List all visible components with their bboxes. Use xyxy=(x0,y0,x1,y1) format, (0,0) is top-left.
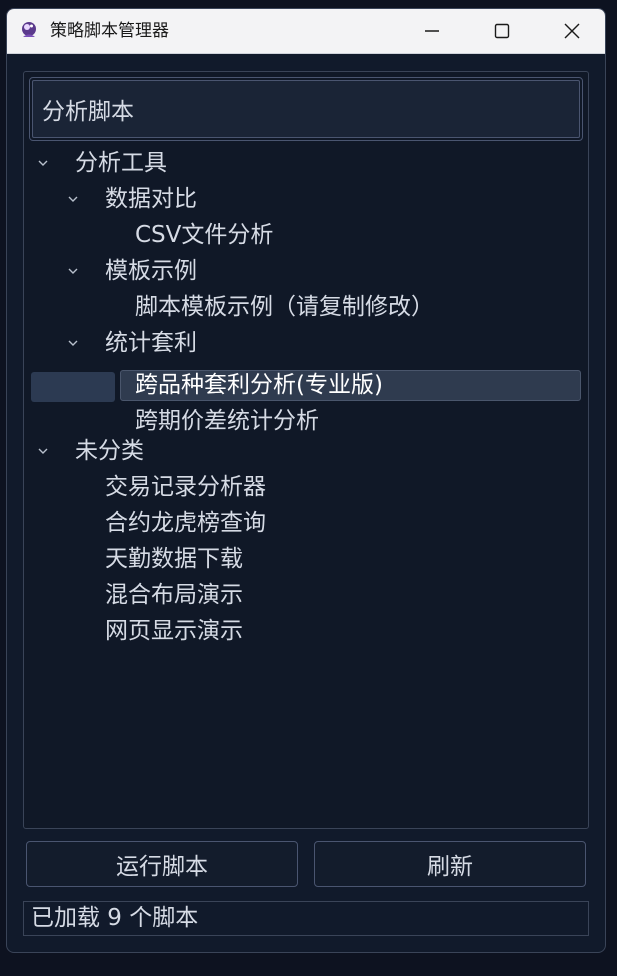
maximize-button[interactable] xyxy=(467,9,537,53)
search-field-frame xyxy=(32,80,580,138)
tree-item-webpage-demo[interactable]: 网页显示演示 xyxy=(105,614,243,648)
tree-item-contract-ranking[interactable]: 合约龙虎榜查询 xyxy=(105,506,266,540)
tree-item-mixed-layout-demo[interactable]: 混合布局演示 xyxy=(105,578,243,612)
chevron-down-icon[interactable] xyxy=(37,159,49,167)
tree-item-csv-analysis[interactable]: CSV文件分析 xyxy=(135,218,273,252)
search-box xyxy=(29,77,583,141)
tree-item-template-script[interactable]: 脚本模板示例（请复制修改） xyxy=(135,290,434,324)
status-bar: 已加载 9 个脚本 xyxy=(23,901,589,936)
search-input[interactable] xyxy=(33,95,579,123)
refresh-button[interactable]: 刷新 xyxy=(314,841,586,887)
window-title: 策略脚本管理器 xyxy=(50,21,169,41)
maximize-icon xyxy=(494,23,510,39)
tree-item-tianqin-download[interactable]: 天勤数据下载 xyxy=(105,542,243,576)
tree-group-template-example[interactable]: 模板示例 xyxy=(105,254,197,288)
tree-group-uncategorized[interactable]: 未分类 xyxy=(75,434,144,468)
app-window: 策略脚本管理器 分析工具 数据对比 CSV xyxy=(6,8,606,953)
close-button[interactable] xyxy=(537,9,605,53)
tree-item-calendar-spread-stats[interactable]: 跨期价差统计分析 xyxy=(135,404,319,438)
tree-group-data-compare[interactable]: 数据对比 xyxy=(105,182,197,216)
close-icon xyxy=(564,23,580,39)
selection-indent-highlight xyxy=(31,372,115,402)
app-logo-icon xyxy=(22,22,36,37)
chevron-down-icon[interactable] xyxy=(37,447,49,455)
run-script-button[interactable]: 运行脚本 xyxy=(26,841,298,887)
script-tree-panel: 分析工具 数据对比 CSV文件分析 模板示例 脚本模板示例（请复制修改） 统计套… xyxy=(23,71,589,829)
tree-item-cross-variety-arbitrage[interactable]: 跨品种套利分析(专业版) xyxy=(135,368,383,402)
chevron-down-icon[interactable] xyxy=(67,339,79,347)
tree-item-trade-record-analyzer[interactable]: 交易记录分析器 xyxy=(105,470,266,504)
minimize-button[interactable] xyxy=(397,9,467,53)
title-bar: 策略脚本管理器 xyxy=(7,9,605,54)
minimize-icon xyxy=(425,30,439,32)
tree-group-arbitrage-stats[interactable]: 统计套利 xyxy=(105,326,197,360)
chevron-down-icon[interactable] xyxy=(67,267,79,275)
tree-group-analysis-tools[interactable]: 分析工具 xyxy=(75,146,167,180)
chevron-down-icon[interactable] xyxy=(67,195,79,203)
